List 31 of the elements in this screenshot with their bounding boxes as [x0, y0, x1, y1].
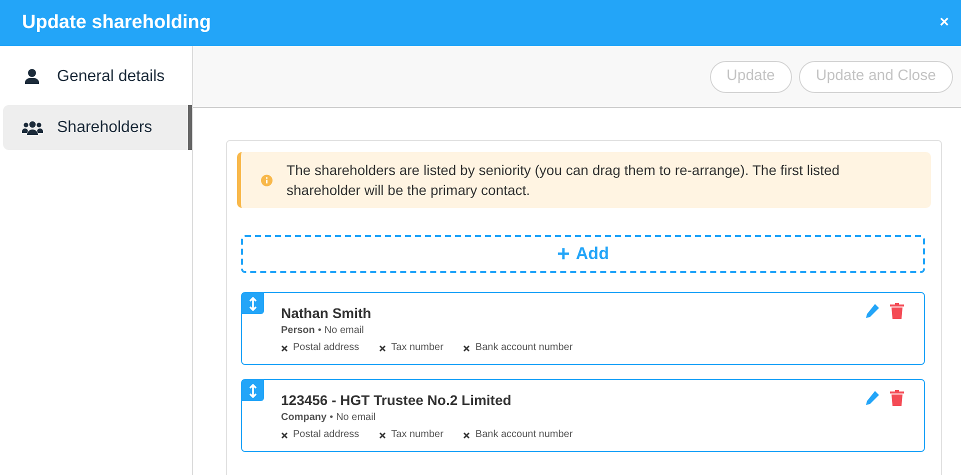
detail-label: Postal address	[293, 341, 360, 355]
shareholder-email: No email	[324, 324, 364, 338]
shareholder-name: 123456 - HGT Trustee No.2 Limited	[281, 391, 512, 409]
detail-label: Postal address	[293, 428, 360, 442]
pencil-icon[interactable]	[864, 390, 880, 406]
drag-handle[interactable]	[242, 293, 264, 314]
detail-label: Bank account number	[475, 341, 573, 355]
separator-dot: •	[318, 324, 322, 338]
trash-icon[interactable]	[890, 303, 904, 319]
shareholder-email: No email	[336, 411, 376, 425]
detail-label: Bank account number	[475, 428, 573, 442]
separator-dot: •	[330, 411, 334, 425]
drag-handle[interactable]	[242, 380, 264, 401]
window-title: Update shareholding	[22, 10, 211, 35]
pencil-icon[interactable]	[864, 303, 880, 319]
sidebar-item[interactable]: General details	[3, 54, 192, 99]
vertical-arrows-icon	[249, 384, 257, 398]
info-icon	[261, 172, 273, 188]
shareholder-card[interactable]: 123456 - HGT Trustee No.2 Limited Company • No email Postal address Tax number Bank account number	[241, 379, 925, 452]
shareholder-type: Person	[281, 324, 315, 338]
alert-message: The shareholders are listed by seniority (you can drag them to re-arrange). The first listed shareholder will be the primary contact.	[286, 161, 841, 200]
people-icon	[22, 120, 42, 134]
shareholder-card[interactable]: Nathan Smith Person • No email Postal address Tax number Bank account number	[241, 292, 925, 365]
trash-icon[interactable]	[890, 390, 904, 406]
shareholder-name: Nathan Smith	[281, 304, 372, 322]
sidebar-item[interactable]: Shareholders	[3, 105, 192, 150]
detail-label: Tax number	[391, 341, 444, 355]
detail-label: Tax number	[391, 428, 444, 442]
vertical-arrows-icon	[249, 296, 257, 310]
shareholder-type: Company	[281, 411, 327, 425]
person-icon	[25, 68, 39, 84]
